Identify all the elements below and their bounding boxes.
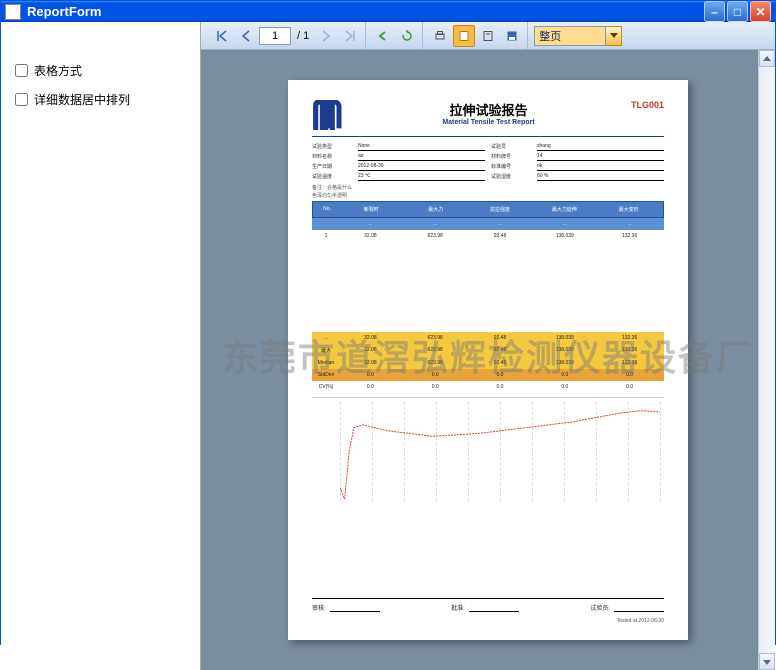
table-row: 1 32.08 623.98 92.48 138.039 132.36 — [312, 230, 664, 242]
app-icon — [5, 4, 21, 20]
summary-row: ...32.08623.9892.48138.039132.36 — [312, 332, 664, 344]
logo-icon — [312, 100, 346, 130]
report-footer: 审核: 批准: 试验员: — [312, 598, 664, 612]
scroll-up-button[interactable] — [759, 50, 775, 67]
zoom-dropdown-button[interactable] — [606, 26, 622, 46]
report-title-cn: 拉伸试验报告 — [346, 100, 631, 119]
report-page: 拉伸试验报告 Material Tensile Test Report TLG0… — [288, 80, 688, 640]
print-button[interactable] — [429, 25, 451, 47]
refresh-button[interactable] — [396, 25, 418, 47]
print-layout-button[interactable] — [453, 25, 475, 47]
report-title-en: Material Tensile Test Report — [346, 119, 631, 126]
table-subhead: ............... — [312, 218, 664, 230]
checkbox-table-mode[interactable]: 表格方式 — [15, 62, 186, 79]
report-meta: 试验类型None 试验员zhang 材料名称as 材料牌号14 生产日期2012… — [312, 143, 664, 181]
report-code: TLG001 — [631, 100, 664, 110]
checkbox-table-mode-input[interactable] — [15, 64, 28, 77]
checkbox-center-align-input[interactable] — [15, 93, 28, 106]
report-note2: 色泽均匀半透明 — [312, 193, 664, 199]
back-button[interactable] — [372, 25, 394, 47]
window-title: ReportForm — [27, 4, 702, 19]
checkbox-table-mode-label: 表格方式 — [34, 62, 82, 79]
vertical-scrollbar[interactable] — [758, 50, 775, 670]
save-button[interactable] — [501, 25, 523, 47]
page-number-input[interactable] — [259, 27, 291, 45]
maximize-button[interactable]: □ — [727, 1, 748, 22]
summary-table: ...32.08623.9892.48138.039132.36最大32.086… — [312, 332, 664, 393]
last-page-button[interactable] — [339, 25, 361, 47]
summary-row: StdDev0.00.00.00.00.0 — [312, 369, 664, 381]
minimize-button[interactable]: – — [704, 1, 725, 22]
report-note1: 备注：合格是什么 — [312, 185, 664, 191]
prev-page-button[interactable] — [235, 25, 257, 47]
sidebar: 表格方式 详细数据居中排列 — [1, 22, 201, 670]
scroll-track[interactable] — [759, 67, 775, 653]
close-button[interactable]: ✕ — [750, 1, 771, 22]
report-chart — [312, 397, 664, 517]
first-page-button[interactable] — [211, 25, 233, 47]
checkbox-center-align-label: 详细数据居中排列 — [34, 91, 130, 108]
page-setup-button[interactable] — [477, 25, 499, 47]
next-page-button[interactable] — [315, 25, 337, 47]
zoom-value: 整页 — [534, 26, 606, 46]
page-total-label: / 1 — [293, 30, 313, 42]
report-footdate: Tested at 2012-08-30 — [617, 618, 664, 624]
page-viewport: 拉伸试验报告 Material Tensile Test Report TLG0… — [201, 50, 775, 670]
summary-row: Median32.08623.9892.48138.039132.36 — [312, 357, 664, 369]
toolbar: / 1 整页 — [201, 22, 775, 50]
checkbox-center-align[interactable]: 详细数据居中排列 — [15, 91, 186, 108]
summary-row: CV(%)0.00.00.00.00.0 — [312, 381, 664, 393]
scroll-down-button[interactable] — [759, 653, 775, 670]
table-header: No. 断裂时 最大力 抗拉强度 最大力延伸 最大变形 — [312, 201, 664, 218]
summary-row: 最大32.08623.9892.48138.039132.36 — [312, 344, 664, 357]
titlebar: ReportForm – □ ✕ — [1, 1, 775, 22]
zoom-select[interactable]: 整页 — [534, 26, 622, 46]
